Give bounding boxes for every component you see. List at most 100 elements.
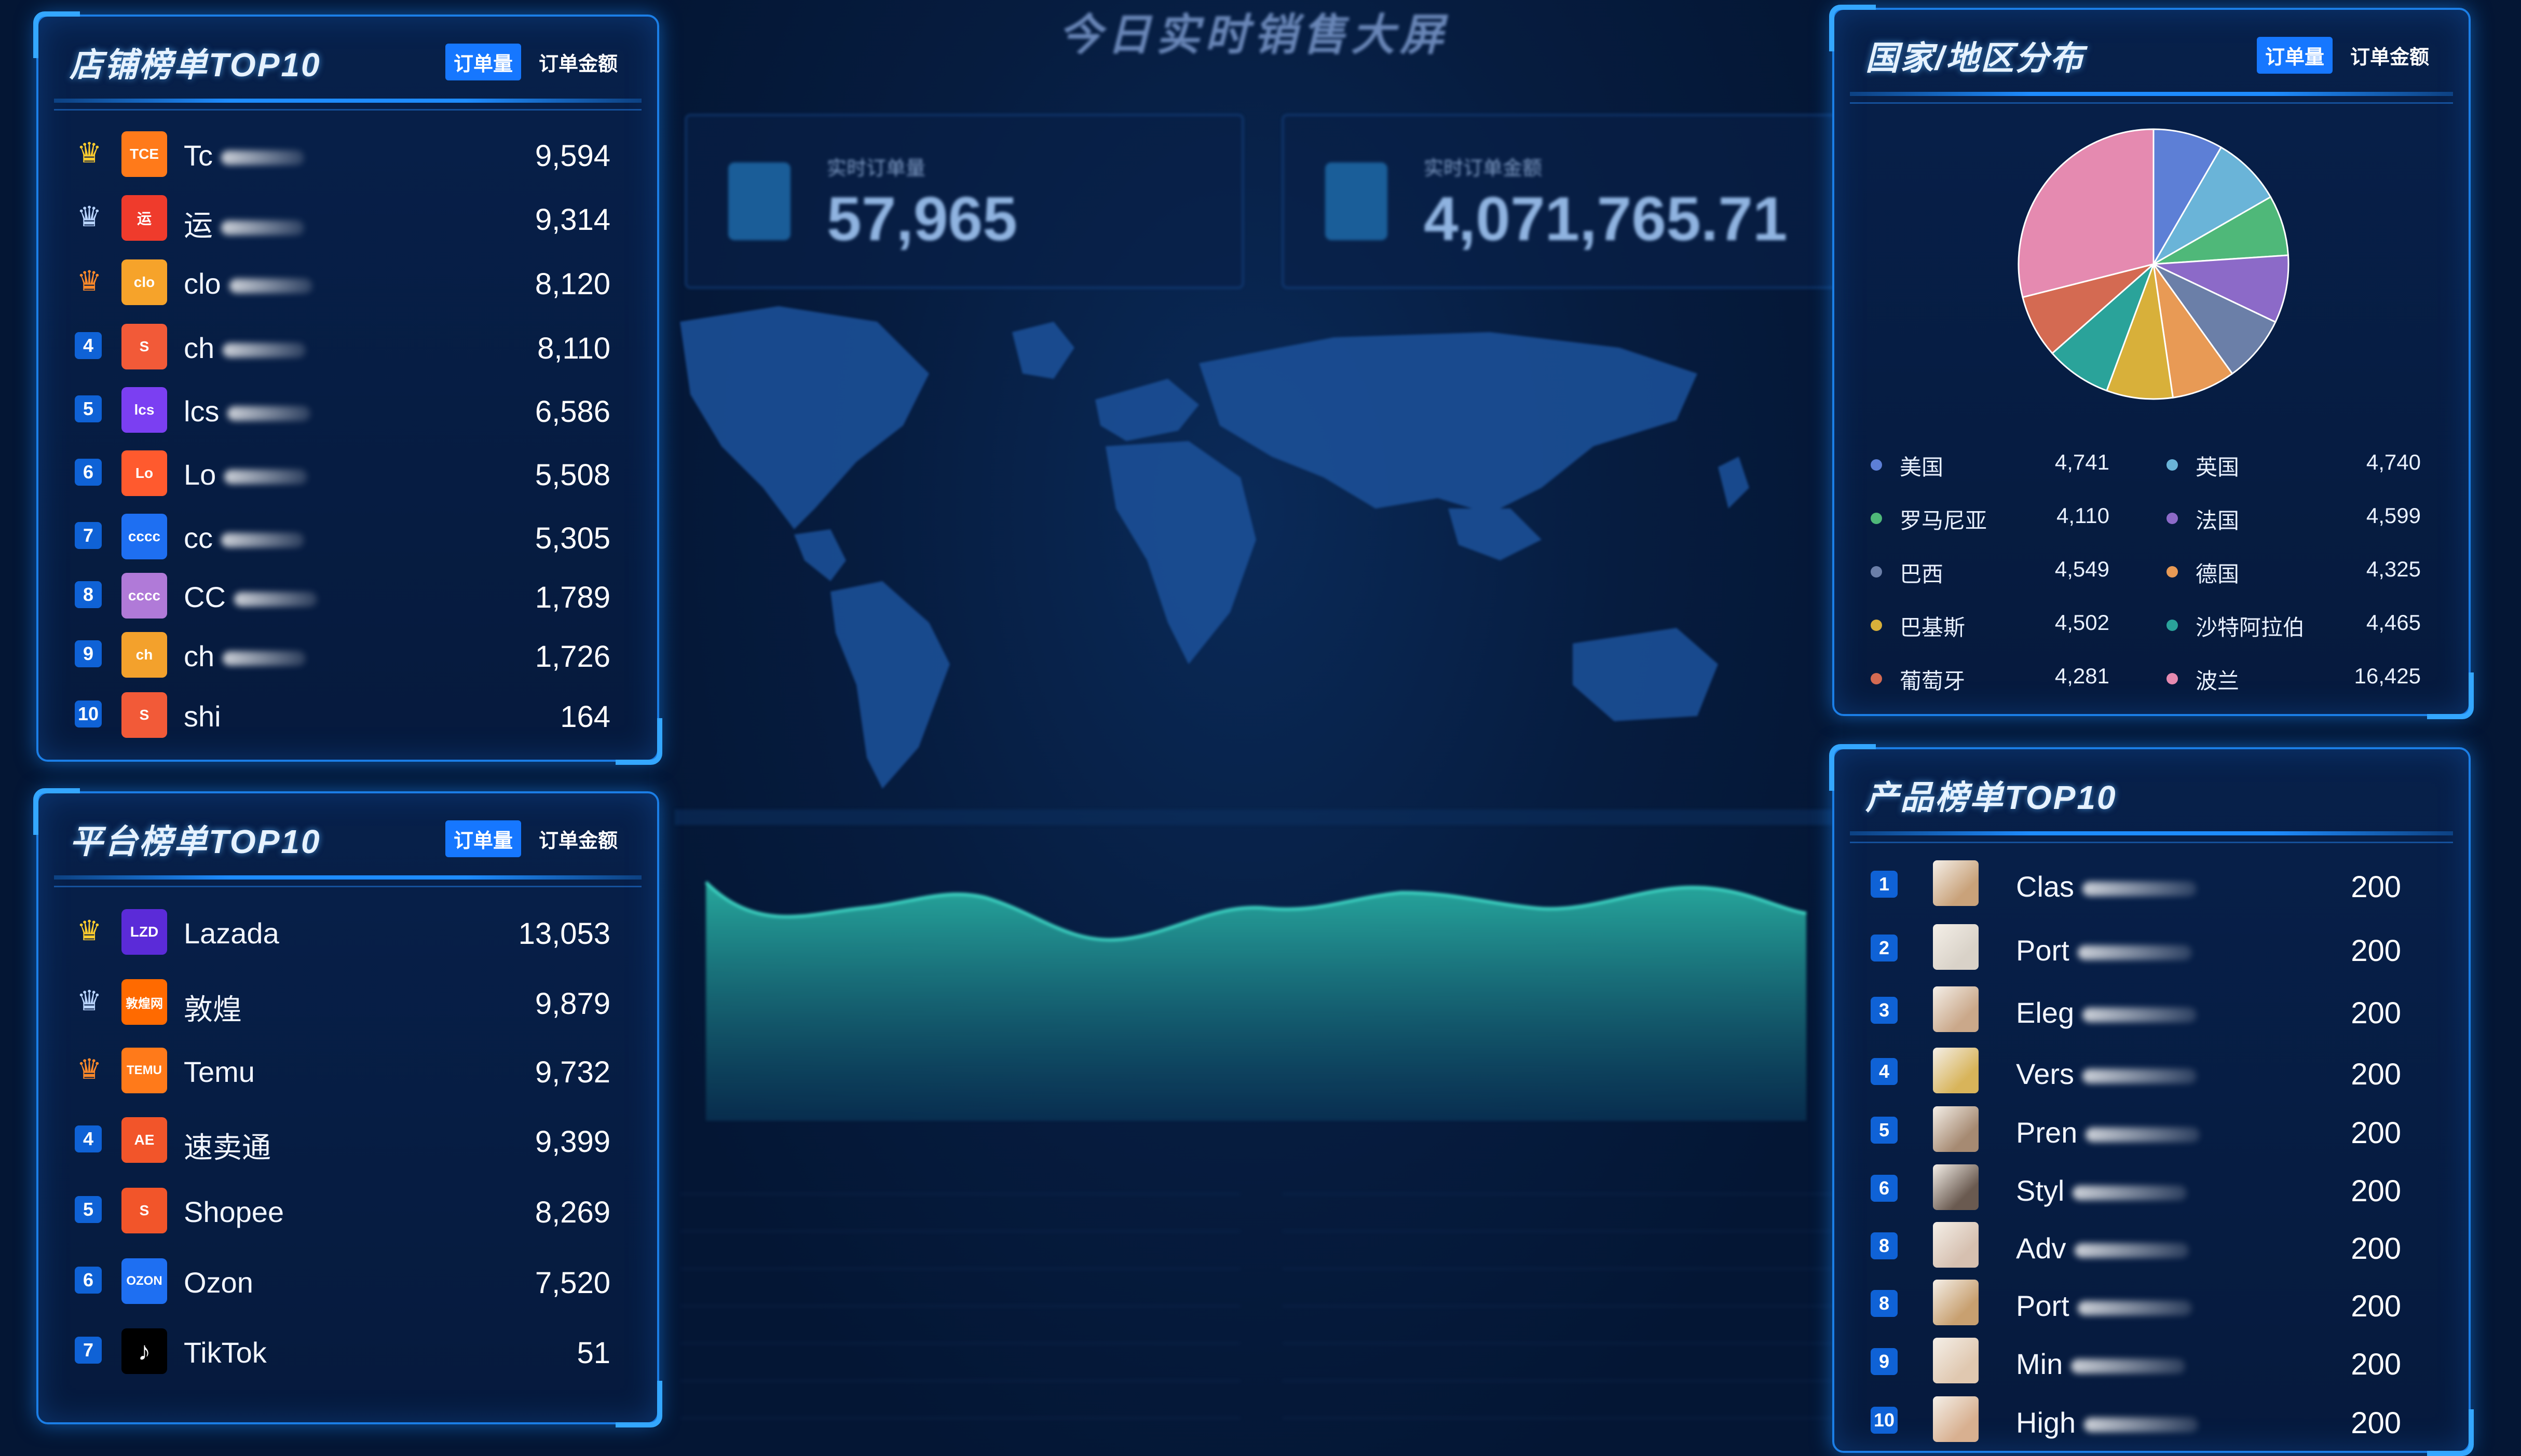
product-name: Clas [2016, 870, 2075, 903]
legend-item[interactable]: 沙特阿拉伯 4,465 [2166, 606, 2436, 648]
legend-swatch [2166, 513, 2178, 524]
product-thumbnail [1933, 860, 1979, 906]
money-icon [1325, 162, 1387, 240]
product-value: 200 [2351, 1289, 2401, 1323]
list-item[interactable]: 6 OZON Ozon 7,520 [38, 1255, 657, 1307]
store-value: 8,110 [537, 332, 610, 365]
list-item[interactable]: 9 Min 200 [1834, 1337, 2469, 1389]
list-item[interactable]: 3 Eleg 200 [1834, 985, 2469, 1037]
list-item[interactable]: 9 ch ch 1,726 [38, 629, 657, 681]
tab-order-amount[interactable]: 订单金额 [2342, 37, 2437, 74]
legend-label: 沙特阿拉伯 [2196, 615, 2305, 640]
list-item[interactable]: ♛ TEMU Temu 9,732 [38, 1045, 657, 1096]
product-name: Min [2016, 1348, 2063, 1380]
store-value: 164 [560, 700, 610, 734]
list-item[interactable]: 2 Port 200 [1834, 923, 2469, 975]
store-logo: S [121, 324, 167, 369]
store-value: 1,726 [535, 640, 610, 674]
legend-item[interactable]: 巴基斯 4,502 [1871, 606, 2141, 648]
kpi-amount: 实时订单金额 4,071,765.71 [1282, 114, 1841, 289]
blurred-table-right [1282, 1157, 1837, 1448]
legend-swatch [2166, 566, 2178, 578]
list-item[interactable]: ♛ TCE Tc 9,594 [38, 128, 657, 180]
tab-order-amount[interactable]: 订单金额 [530, 44, 626, 80]
product-name: Port [2016, 934, 2069, 967]
legend-label: 波兰 [2196, 669, 2240, 693]
product-thumbnail [1933, 986, 1979, 1032]
list-item[interactable]: 10 High 200 [1834, 1395, 2469, 1447]
legend-item[interactable]: 巴西 4,549 [1871, 553, 2141, 594]
page-title: 今日实时销售大屏 [1058, 10, 1449, 59]
legend-item[interactable]: 法国 4,599 [2166, 499, 2436, 541]
tab-order-count[interactable]: 订单量 [445, 44, 521, 80]
platform-ranking-panel: 平台榜单TOP10 订单量 订单金额 ♛ LZD Lazada 13,053 ♛… [33, 788, 662, 1427]
store-logo: cccc [121, 573, 167, 619]
store-value: 5,508 [535, 458, 610, 492]
metric-tabs: 订单量 订单金额 [2256, 37, 2437, 74]
list-item[interactable]: 5 S Shopee 8,269 [38, 1185, 657, 1237]
legend-swatch [1871, 513, 1882, 524]
legend-item[interactable]: 罗马尼亚 4,110 [1871, 499, 2141, 541]
list-item[interactable]: 10 S shi 164 [38, 689, 657, 741]
list-item[interactable]: 7 cccc cc 5,305 [38, 511, 657, 562]
tab-order-amount[interactable]: 订单金额 [530, 820, 626, 857]
legend-item[interactable]: 美国 4,741 [1871, 446, 2141, 487]
legend-item[interactable]: 英国 4,740 [2166, 446, 2436, 487]
legend-swatch [2166, 620, 2178, 631]
list-item[interactable]: 6 Lo Lo 5,508 [38, 447, 657, 499]
list-item[interactable]: 5 lcs lcs 6,586 [38, 384, 657, 436]
list-item[interactable]: 5 Pren 200 [1834, 1105, 2469, 1157]
product-thumbnail [1933, 1106, 1979, 1152]
panel-title: 店铺榜单TOP10 [70, 46, 321, 84]
legend-label: 葡萄牙 [1900, 669, 1966, 693]
platform-logo: TEMU [121, 1048, 167, 1093]
panel-header: 产品榜单TOP10 [1834, 749, 2469, 843]
list-item[interactable]: 4 S ch 8,110 [38, 321, 657, 373]
divider [54, 875, 642, 880]
product-value: 200 [2351, 870, 2401, 904]
list-item[interactable]: 7 ♪ TikTok 51 [38, 1325, 657, 1377]
list-item[interactable]: ♛ 敦煌网 敦煌 9,879 [38, 976, 657, 1028]
tab-order-count[interactable]: 订单量 [2256, 37, 2333, 74]
list-item[interactable]: 4 Vers 200 [1834, 1047, 2469, 1098]
platform-name: Shopee [184, 1196, 284, 1228]
metric-tabs: 订单量 订单金额 [445, 44, 626, 80]
store-name: clo [184, 267, 221, 300]
rank-badge: 6 [75, 459, 102, 486]
legend-item[interactable]: 德国 4,325 [2166, 553, 2436, 594]
list-item[interactable]: ♛ LZD Lazada 13,053 [38, 906, 657, 958]
store-logo: 运 [121, 195, 167, 241]
kpi-label: 实时订单金额 [1424, 158, 1543, 180]
crown-silver-icon: ♛ [76, 985, 102, 1017]
platform-value: 13,053 [518, 917, 610, 951]
platform-name: Temu [184, 1055, 255, 1088]
divider [1850, 842, 2453, 843]
divider [54, 109, 642, 111]
rank-badge: 9 [1871, 1348, 1898, 1375]
list-item[interactable]: ♛ 运 运 9,314 [38, 192, 657, 244]
legend-swatch [2166, 673, 2178, 684]
platform-value: 9,399 [535, 1125, 610, 1159]
list-item[interactable]: 8 Adv 200 [1834, 1221, 2469, 1273]
legend-item[interactable]: 葡萄牙 4,281 [1871, 660, 2141, 701]
list-item[interactable]: 8 Port 200 [1834, 1279, 2469, 1330]
store-name: ch [184, 640, 215, 672]
kpi-label: 实时订单量 [827, 158, 926, 180]
store-logo: Lo [121, 450, 167, 496]
store-value: 6,586 [535, 395, 610, 429]
legend-item[interactable]: 波兰 16,425 [2166, 660, 2436, 701]
product-value: 200 [2351, 934, 2401, 968]
list-item[interactable]: ♛ clo clo 8,120 [38, 256, 657, 308]
legend-label: 美国 [1900, 455, 1944, 479]
product-value: 200 [2351, 1406, 2401, 1440]
legend-value: 4,502 [2054, 610, 2109, 635]
tab-order-count[interactable]: 订单量 [445, 820, 521, 857]
list-item[interactable]: 6 Styl 200 [1834, 1163, 2469, 1215]
platform-value: 9,879 [535, 987, 610, 1021]
legend-value: 16,425 [2354, 664, 2421, 688]
list-item[interactable]: 8 cccc CC 1,789 [38, 570, 657, 622]
list-item[interactable]: 4 AE 速卖通 9,399 [38, 1114, 657, 1166]
list-item[interactable]: 1 Clas 200 [1834, 859, 2469, 911]
legend-value: 4,465 [2366, 610, 2421, 635]
rank-badge: 2 [1871, 935, 1898, 961]
